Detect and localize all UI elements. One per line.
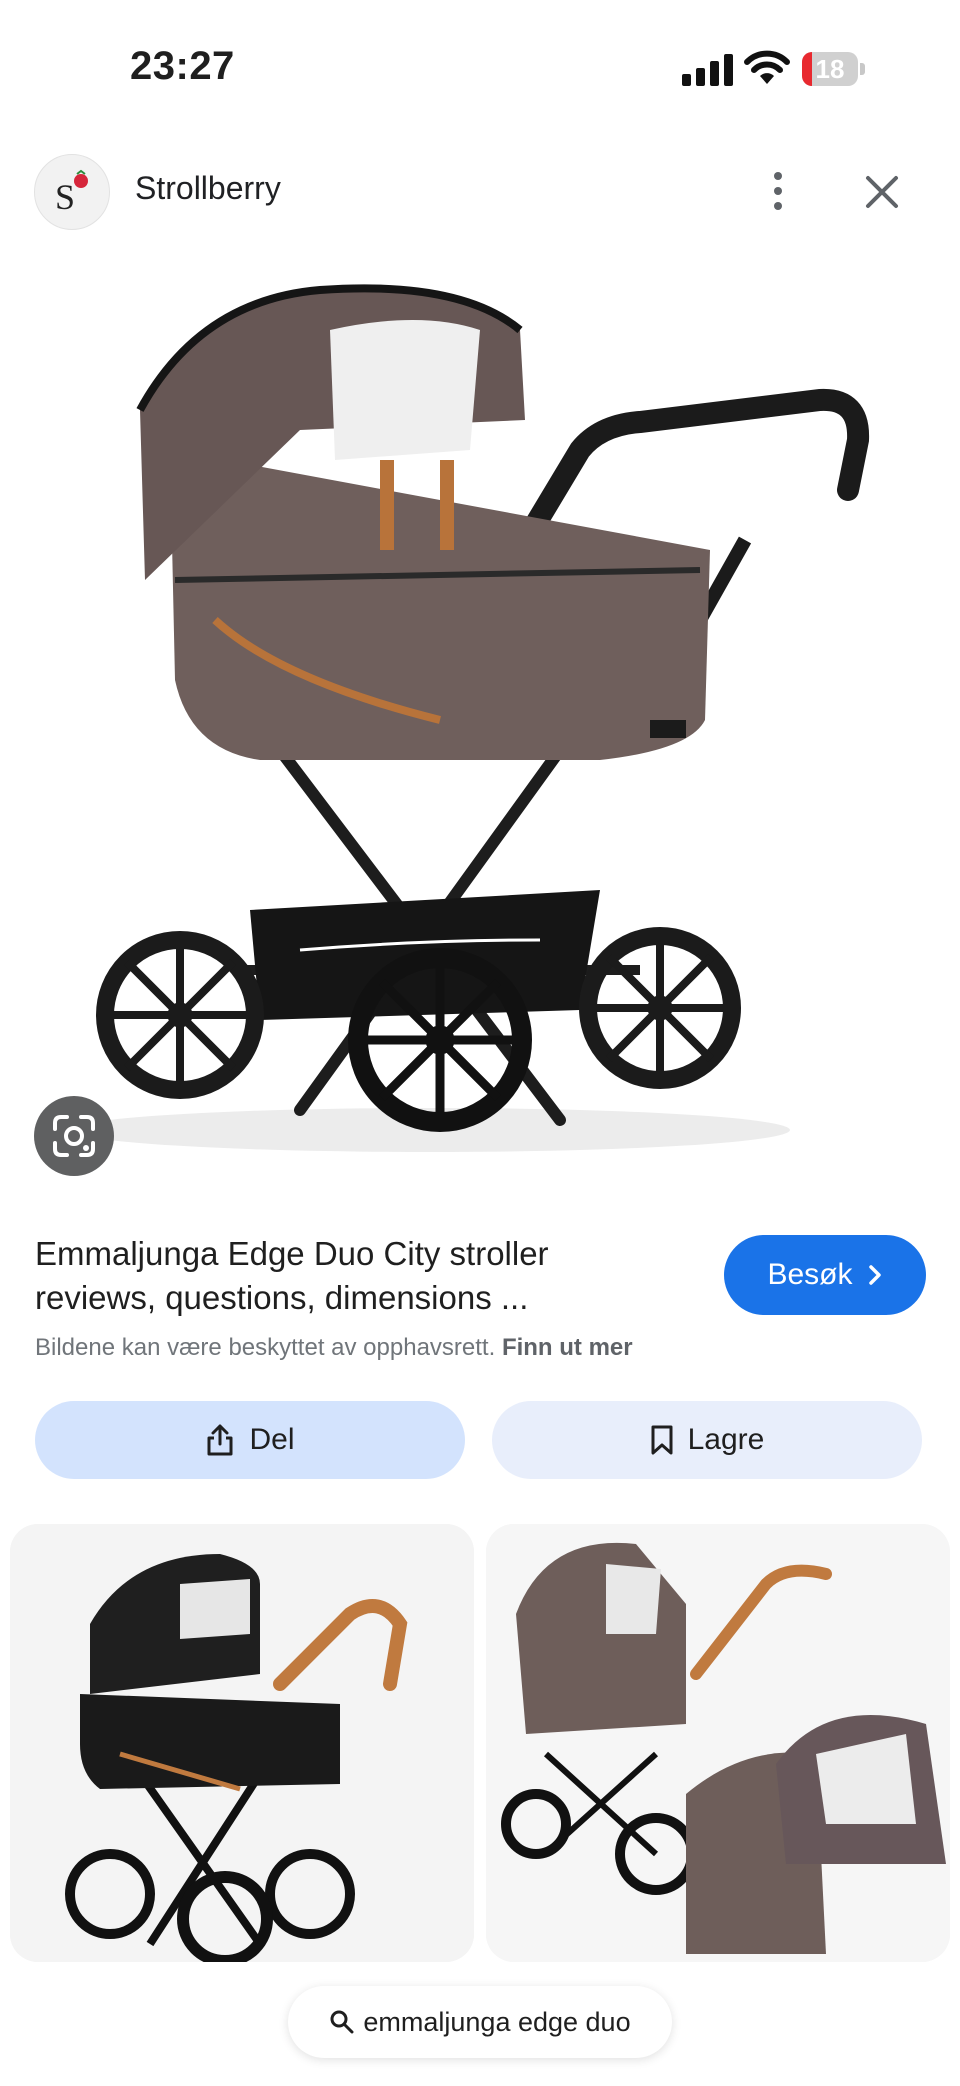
related-image-2[interactable] — [486, 1524, 950, 1962]
wheel-rear-right — [579, 927, 741, 1089]
visit-label: Besøk — [767, 1258, 853, 1291]
source-logo[interactable]: S — [34, 154, 110, 230]
save-button[interactable]: Lagre — [492, 1401, 922, 1479]
search-query-pill[interactable]: emmaljunga edge duo — [288, 1986, 672, 2058]
bookmark-icon — [651, 1425, 673, 1455]
more-options-button[interactable] — [758, 166, 798, 216]
cellular-signal-icon — [682, 54, 733, 86]
logo-letter: S — [55, 177, 75, 217]
strawberry-icon: S — [55, 169, 88, 217]
close-icon[interactable] — [862, 172, 902, 212]
learn-more-link[interactable]: Finn ut mer — [502, 1334, 633, 1361]
main-product-image[interactable] — [0, 250, 960, 1190]
copyright-notice: Bildene kan være beskyttet av opphavsret… — [35, 1334, 633, 1362]
more-vert-icon — [774, 172, 782, 180]
wheel-front — [348, 948, 532, 1132]
source-name[interactable]: Strollberry — [135, 170, 281, 207]
share-button[interactable]: Del — [35, 1401, 465, 1479]
battery-level: 18 — [815, 54, 845, 84]
google-lens-button[interactable] — [34, 1096, 114, 1176]
share-label: Del — [249, 1423, 295, 1456]
visit-button[interactable]: Besøk — [724, 1235, 926, 1315]
copyright-text: Bildene kan være beskyttet av opphavsret… — [35, 1334, 496, 1361]
save-label: Lagre — [687, 1423, 765, 1456]
wifi-icon — [744, 50, 790, 84]
google-lens-icon — [53, 1115, 95, 1157]
search-query-text: emmaljunga edge duo — [363, 2006, 631, 2037]
status-time: 23:27 — [130, 44, 235, 88]
share-icon — [207, 1424, 233, 1456]
wheel-rear-left — [96, 931, 264, 1099]
related-image-1[interactable] — [10, 1524, 474, 1962]
battery-icon: 18 — [802, 52, 866, 86]
result-title[interactable]: Emmaljunga Edge Duo City stroller review… — [35, 1232, 675, 1320]
search-icon — [330, 2010, 354, 2034]
chevron-right-icon — [868, 1265, 881, 1285]
